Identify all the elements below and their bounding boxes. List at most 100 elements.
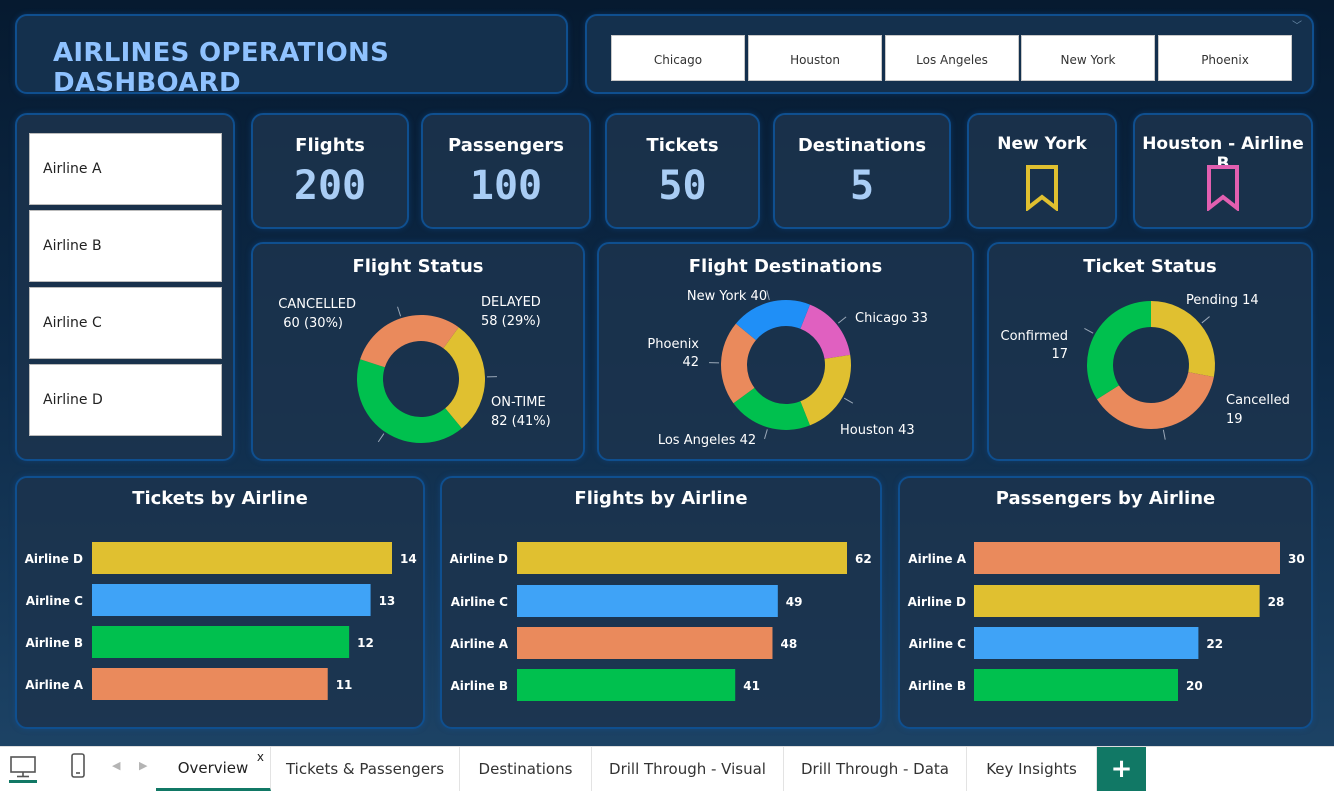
tab-drill-through-data[interactable]: Drill Through - Data	[784, 747, 967, 791]
bar-airline-c[interactable]	[974, 627, 1199, 659]
tickets-by-airline-panel: Tickets by Airline Airline D 14 Airline C1…	[15, 476, 425, 729]
donut-slice-confirmed[interactable]	[1087, 301, 1151, 400]
bar-category-label: Airline A	[450, 637, 508, 651]
donut-slice-cancelled[interactable]	[360, 315, 459, 368]
donut-slice-chicago[interactable]	[800, 304, 851, 359]
bar-airline-b[interactable]	[517, 669, 736, 701]
bar-value-label: 62	[855, 552, 872, 566]
chevron-down-icon[interactable]: ﹀	[1292, 17, 1302, 32]
leader-line	[1201, 316, 1210, 324]
donut-slice-delayed[interactable]	[443, 327, 485, 429]
bar-airline-b[interactable]	[92, 626, 350, 658]
bar-airline-a[interactable]	[517, 627, 773, 659]
leader-line	[1084, 327, 1094, 334]
tab-drill-through-visual[interactable]: Drill Through - Visual	[592, 747, 784, 791]
data-label: Chicago 33	[855, 311, 928, 326]
data-label: 82 (41%)	[491, 414, 551, 429]
bar-category-label: Airline B	[25, 636, 83, 650]
data-label: 58 (29%)	[481, 314, 541, 329]
flight-status-donut: DELAYED 58 (29%) ON-TIME 82 (41%) CANCELLED 6…	[278, 295, 551, 443]
tab-overview[interactable]: Overview x	[156, 747, 271, 791]
passengers-by-airline-chart: Airline A 30 Airline D 28 Airline C 22 Airline…	[908, 542, 1305, 701]
city-los-angeles-button[interactable]: Los Angeles	[885, 35, 1019, 81]
bar-value-label: 22	[1206, 637, 1223, 651]
airline-d-button[interactable]: Airline D	[29, 364, 222, 436]
tab-tickets-passengers[interactable]: Tickets & Passengers	[271, 747, 460, 791]
airline-slicer: Airline A Airline B Airline C Airline D	[15, 113, 235, 461]
bookmark-city-label: New York	[997, 134, 1087, 154]
bar-category-label: Airline C	[909, 637, 966, 651]
close-tab-icon[interactable]: x	[257, 750, 264, 764]
flight-destinations-panel: Flight Destinations Chicago 33 Houston 43…	[597, 242, 974, 461]
add-page-button[interactable]: +	[1097, 747, 1146, 791]
leader-line	[397, 306, 402, 317]
flights-by-airline-chart: Airline D 62 Airline C 49 Airline A 48 Airline…	[450, 542, 872, 701]
airline-b-button[interactable]: Airline B	[29, 210, 222, 282]
data-label: Cancelled	[1226, 393, 1290, 408]
data-label: 19	[1226, 412, 1243, 427]
bar-category-label: Airline A	[25, 678, 83, 692]
kpi-destinations-card: Destinations 5	[773, 113, 951, 229]
bar-airline-c[interactable]	[517, 585, 778, 617]
city-new-york-button[interactable]: New York	[1021, 35, 1155, 81]
leader-line	[1162, 429, 1166, 440]
bar-airline-d[interactable]	[92, 542, 392, 574]
bar-value-label: 49	[786, 595, 803, 609]
tickets-by-airline-chart: Airline D 14 Airline C 13 Airline B 12 Airline…	[25, 542, 417, 700]
bar-value-label: 48	[780, 637, 797, 651]
data-label: 17	[1051, 347, 1068, 362]
city-phoenix-button[interactable]: Phoenix	[1158, 35, 1292, 81]
bar-category-label: Airline C	[451, 595, 508, 609]
bookmark-icon[interactable]	[1025, 165, 1059, 211]
passengers-by-airline-panel: Passengers by Airline Airline A 30 Airline…	[898, 476, 1313, 729]
flight-destinations-donut: Chicago 33 Houston 43 Los Angeles 42 Phoeni…	[647, 289, 928, 448]
flight-status-panel: Flight Status DELAYED 58 (29%) ON-TIME 82 (…	[251, 242, 585, 461]
bar-category-label: Airline D	[25, 552, 83, 566]
dashboard-title: AIRLINES OPERATIONS DASHBOARD	[53, 38, 390, 98]
tab-tickets-passengers-label: Tickets & Passengers	[285, 760, 445, 778]
bar-value-label: 20	[1186, 679, 1203, 693]
leader-line	[377, 433, 385, 443]
data-label: ON-TIME	[491, 395, 546, 410]
bar-category-label: Airline C	[26, 594, 83, 608]
tab-key-insights[interactable]: Key Insights	[967, 747, 1097, 791]
data-label: Los Angeles 42	[658, 433, 756, 448]
airline-a-button[interactable]: Airline A	[29, 133, 222, 205]
bar-airline-d[interactable]	[974, 585, 1260, 617]
bar-value-label: 14	[400, 552, 417, 566]
bar-value-label: 41	[743, 679, 760, 693]
donut-slice-houston[interactable]	[800, 354, 851, 426]
bar-value-label: 12	[357, 636, 374, 650]
bar-category-label: Airline B	[908, 679, 966, 693]
bookmark-icon[interactable]	[1206, 165, 1240, 211]
bar-airline-a[interactable]	[974, 542, 1280, 574]
page-tab-bar: ◀ ▶ Overview x Tickets & Passengers Dest…	[0, 746, 1334, 791]
donut-slice-pending[interactable]	[1151, 301, 1215, 377]
desktop-view-icon[interactable]	[9, 753, 37, 783]
ticket-status-donut: Pending 14 Cancelled 19 Confirmed 17	[1001, 293, 1290, 440]
data-label: DELAYED	[481, 295, 541, 310]
bar-airline-b[interactable]	[974, 669, 1178, 701]
tab-drill-through-visual-label: Drill Through - Visual	[609, 760, 766, 778]
bar-category-label: Airline D	[908, 595, 966, 609]
airline-c-button[interactable]: Airline C	[29, 287, 222, 359]
bar-airline-d[interactable]	[517, 542, 847, 574]
bar-airline-a[interactable]	[92, 668, 328, 700]
tab-drill-through-data-label: Drill Through - Data	[801, 760, 949, 778]
tab-destinations[interactable]: Destinations	[460, 747, 592, 791]
kpi-flights-card: Flights 200	[251, 113, 409, 229]
city-chicago-button[interactable]: Chicago	[611, 35, 745, 81]
bookmark-route-card[interactable]: Houston - Airline B	[1133, 113, 1313, 229]
data-label: 60 (30%)	[283, 316, 343, 331]
prev-page-arrow-icon[interactable]: ◀	[112, 759, 120, 772]
city-houston-button[interactable]: Houston	[748, 35, 882, 81]
donut-slice-on-time[interactable]	[357, 359, 462, 443]
next-page-arrow-icon[interactable]: ▶	[139, 759, 147, 772]
leader-line	[766, 290, 770, 301]
bookmark-city-card[interactable]: New York	[967, 113, 1117, 229]
data-label: New York 40	[687, 289, 767, 304]
bar-airline-c[interactable]	[92, 584, 371, 616]
data-label: CANCELLED	[278, 297, 356, 312]
mobile-view-icon[interactable]	[70, 753, 86, 779]
kpi-tickets-value: 50	[658, 163, 707, 209]
